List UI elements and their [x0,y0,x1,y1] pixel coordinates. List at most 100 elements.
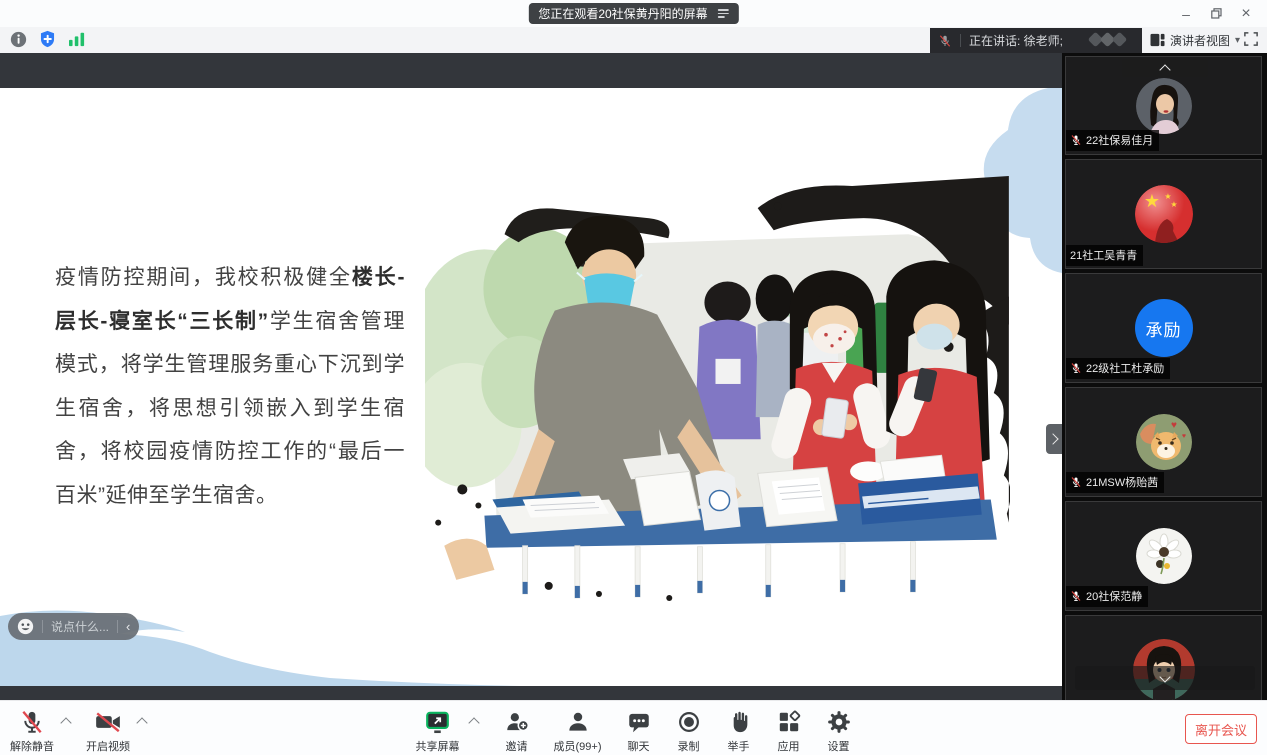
unmute-label: 解除静音 [10,738,54,754]
invite-button[interactable]: 邀请 [504,709,530,754]
paragraph-text-2: 学生宿舍管理模式，将学生管理服务重心下沉到学生宿舍，将思想引领嵌入到学生宿舍，将… [55,310,405,507]
apps-button[interactable]: 应用 [776,709,802,754]
unmute-button[interactable]: 解除静音 [10,709,54,754]
window-restore-button[interactable] [1201,0,1231,27]
participant-tile[interactable]: ★ ★ ★ 21社工吴青青 [1065,159,1262,269]
mic-muted-icon [1070,590,1082,602]
mic-muted-icon [1070,476,1082,488]
banner-menu-icon[interactable] [718,9,729,18]
emoji-icon[interactable] [17,618,34,635]
bottom-toolbar: 解除静音 开启视频 共享屏幕 [0,700,1267,755]
security-shield-icon[interactable] [39,30,56,48]
shared-screen-stage: 疫情防控期间，我校积极健全楼长-层长-寝室长“三长制”学生宿舍管理模式，将学生管… [0,53,1062,700]
watching-banner[interactable]: 您正在观看20社保黄丹阳的屏幕 [528,3,738,24]
invite-icon [504,709,530,735]
chevron-down-icon [1159,671,1170,682]
participants-sidebar: 22社保易佳月 ★ ★ ★ 21社工吴青青 [1062,53,1267,700]
info-icon[interactable] [10,31,27,48]
participant-avatar: ★ ★ ★ [1135,185,1193,243]
window-minimize-button[interactable]: – [1171,0,1201,27]
members-button[interactable]: 成员(99+) [554,709,602,754]
divider [117,620,118,633]
start-video-label: 开启视频 [86,738,130,754]
watching-banner-text: 您正在观看20社保黄丹阳的屏幕 [538,5,707,22]
collapse-chat-icon[interactable]: ‹ [126,620,130,633]
members-icon [565,709,591,735]
participant-name-badge: 21社工吴青青 [1066,245,1143,266]
invite-label: 邀请 [506,738,528,754]
chat-label: 聊天 [628,738,650,754]
title-bar: 您正在观看20社保黄丹阳的屏幕 – × [0,0,1267,27]
divider [960,34,961,47]
members-label: 成员(99+) [554,738,602,754]
participant-name: 21社工吴青青 [1070,247,1137,263]
participant-name-badge: 20社保范静 [1066,586,1148,607]
view-mode-selector[interactable]: 演讲者视图 ▾ [1150,30,1240,50]
meeting-toolbar: 正在讲话: 徐老师; 演讲者视图 ▾ [0,27,1267,53]
chevron-up-icon [1159,64,1170,75]
leave-meeting-button[interactable]: 离开会议 [1185,714,1257,744]
mic-off-icon [19,709,45,735]
sidebar-collapse-handle[interactable] [1046,424,1062,454]
settings-button[interactable]: 设置 [826,709,852,754]
scroll-down-button[interactable] [1075,666,1255,690]
participant-avatar: ♥ ♥ [1136,414,1192,470]
chevron-right-icon [1047,433,1058,444]
mic-muted-icon [1070,362,1082,374]
raise-hand-icon [726,709,752,735]
chat-quick-input[interactable]: 说点什么... ‹ [8,613,139,640]
participant-name-badge: 21MSW杨贻茜 [1066,472,1164,493]
shared-slide: 疫情防控期间，我校积极健全楼长-层长-寝室长“三长制”学生宿舍管理模式，将学生管… [0,88,1062,686]
speaker-view-icon [1150,33,1165,47]
participant-tile[interactable]: 承励 22级社工杜承励 [1065,273,1262,383]
share-screen-button[interactable]: 共享屏幕 [416,709,460,754]
settings-icon [826,709,852,735]
participant-avatar [1136,528,1192,584]
participant-tile[interactable]: 20社保范静 [1065,501,1262,611]
participant-name-badge: 22级社工杜承励 [1066,358,1170,379]
settings-label: 设置 [828,738,850,754]
raise-hand-label: 举手 [728,738,750,754]
mic-muted-icon [1070,134,1082,146]
participant-avatar: 承励 [1135,299,1193,357]
video-options-chevron[interactable] [136,709,148,736]
apps-label: 应用 [778,738,800,754]
svg-text:★: ★ [1143,191,1159,211]
participant-name: 22社保易佳月 [1086,132,1153,148]
mic-muted-icon [938,34,952,48]
scroll-up-button[interactable] [1122,59,1208,77]
start-video-button[interactable]: 开启视频 [86,709,130,754]
restore-icon [1211,8,1222,19]
view-mode-label: 演讲者视图 [1170,32,1230,49]
participant-avatar [1136,78,1192,134]
participant-name: 20社保范静 [1086,588,1142,604]
stage-top-strip [0,53,1062,88]
watermark-logo [1082,30,1134,52]
svg-text:♥: ♥ [1171,420,1177,431]
network-signal-icon[interactable] [68,31,86,47]
caret-down-icon: ▾ [1235,35,1240,46]
stage-bottom-strip [0,686,1062,700]
camera-off-icon [94,709,122,735]
apps-icon [776,709,802,735]
raise-hand-button[interactable]: 举手 [726,709,752,754]
participant-name-badge: 22社保易佳月 [1066,130,1159,151]
main-content: 疫情防控期间，我校积极健全楼长-层长-寝室长“三长制”学生宿舍管理模式，将学生管… [0,53,1267,700]
record-icon [676,709,702,735]
fullscreen-button[interactable] [1244,32,1258,49]
participant-tile[interactable]: ♥ ♥ 21MSW杨贻茜 [1065,387,1262,497]
speaking-text: 正在讲话: 徐老师; [969,32,1063,49]
mic-options-chevron[interactable] [60,709,72,736]
record-label: 录制 [678,738,700,754]
share-options-chevron[interactable] [468,709,480,736]
paragraph-text-1: 疫情防控期间，我校积极健全 [55,266,352,289]
chat-placeholder[interactable]: 说点什么... [51,618,109,635]
fullscreen-icon [1244,32,1258,46]
chat-button[interactable]: 聊天 [626,709,652,754]
window-close-button[interactable]: × [1231,0,1261,27]
slide-paragraph: 疫情防控期间，我校积极健全楼长-层长-寝室长“三长制”学生宿舍管理模式，将学生管… [55,256,405,517]
avatar-initials-text: 承励 [1146,316,1182,341]
share-screen-icon [424,709,451,735]
record-button[interactable]: 录制 [676,709,702,754]
window-controls: – × [1171,0,1261,27]
